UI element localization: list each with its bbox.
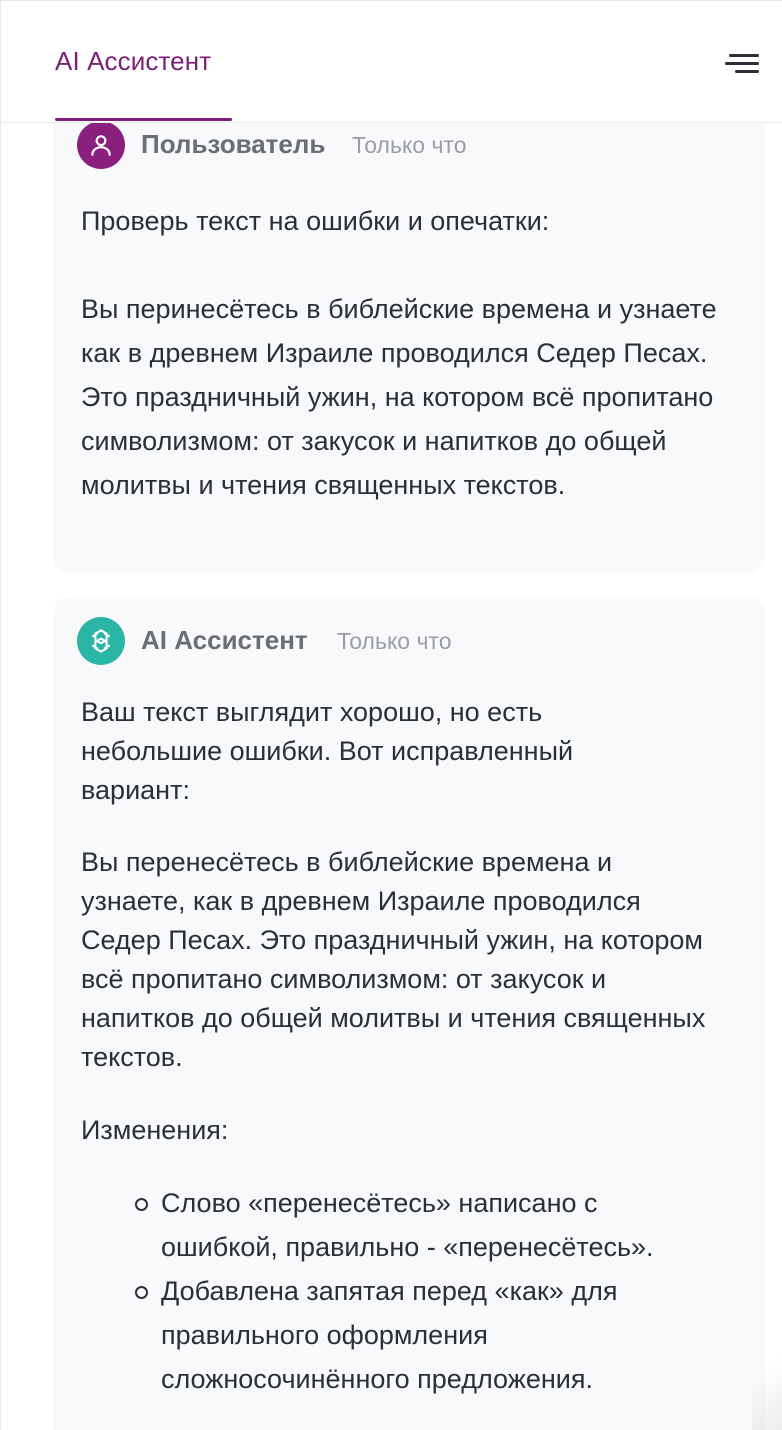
message-user: Пользователь Только что Проверь текст на… [53, 105, 765, 573]
message-paragraph: Проверь текст на ошибки и опечатки: [81, 206, 550, 236]
message-assistant: AI Ассистент Только что Ваш текст выгляд… [53, 597, 765, 1430]
message-author: AI Ассистент [141, 625, 308, 655]
openai-logo-icon [91, 629, 111, 653]
header-bar: AI Ассистент [1, 1, 782, 123]
message-timestamp: Только что [352, 132, 467, 158]
menu-line [725, 62, 759, 65]
tab-label: AI Ассистент [55, 46, 212, 76]
user-avatar [77, 121, 125, 169]
message-paragraph: Вы перенесётесь в библейские времена и у… [81, 847, 706, 1072]
message-paragraph: Ваш текст выглядит хорошо, но есть небол… [81, 697, 574, 805]
scroll-shadow [752, 1330, 782, 1430]
message-timestamp: Только что [337, 628, 452, 654]
active-tab-indicator [55, 118, 232, 121]
user-icon [91, 135, 111, 156]
list-item: Слово «перенесётесь» написано с ошибкой,… [133, 1181, 713, 1269]
message-author: Пользователь [141, 129, 326, 159]
message-paragraph: Вы перинесётесь в библейские времена и у… [81, 294, 717, 500]
menu-line [729, 54, 759, 57]
chat-window: AI Ассистент Пользователь Только что Про… [0, 0, 782, 1430]
menu-line [735, 70, 759, 73]
message-paragraph: Изменения: [81, 1115, 229, 1145]
list-item: Добавлена запятая перед «как» для правил… [133, 1269, 713, 1401]
hamburger-menu-icon[interactable] [723, 48, 763, 78]
assistant-avatar [77, 617, 125, 665]
tab-ai-assistant[interactable]: AI Ассистент [55, 1, 232, 122]
changes-list: Слово «перенесётесь» написано с ошибкой,… [133, 1181, 713, 1401]
